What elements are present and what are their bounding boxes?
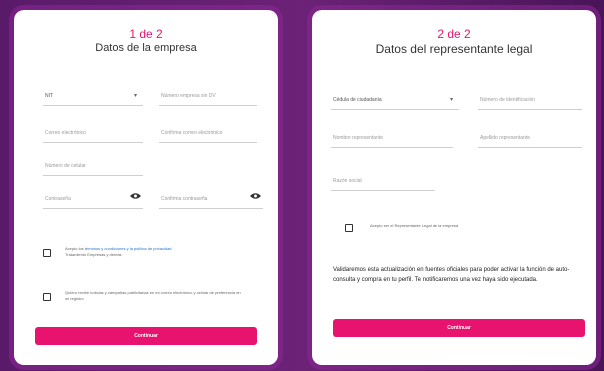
document-type-select[interactable]: NIT ▾ [43, 86, 143, 106]
verification-note: Validaremos esta actualización en fuente… [333, 267, 570, 283]
company-number-input[interactable]: Número empresa sin DV [159, 86, 257, 106]
terms-link[interactable]: términos y condiciones y la política de … [85, 246, 172, 251]
eye-icon[interactable] [250, 192, 261, 200]
terms-prefix: Acepto los [65, 246, 84, 251]
legal-rep-checkbox[interactable] [345, 224, 353, 232]
email-field[interactable]: Correo electrónico [43, 123, 143, 143]
password-field[interactable]: Contraseña [43, 189, 143, 209]
terms-suffix: Tratamiento Empresas y demás [65, 252, 122, 257]
company-data-card: 1 de 2 Datos de la empresa NIT ▾ Número … [14, 10, 278, 365]
confirm-password-placeholder: Confirma contraseña [161, 196, 208, 202]
confirm-password-field[interactable]: Confirma contraseña [159, 189, 263, 209]
confirm-email-field[interactable]: Confirma correo electrónico [159, 123, 257, 143]
business-name-field[interactable]: Razón social [331, 171, 435, 191]
document-type-select[interactable]: Cédula de ciudadanía ▾ [331, 90, 459, 110]
step-indicator: 1 de 2 [129, 27, 163, 41]
marketing-checkbox[interactable] [43, 293, 51, 301]
card-title: Datos de la empresa [95, 42, 197, 54]
continue-button[interactable]: Continuar [333, 319, 585, 337]
legal-representative-card: 2 de 2 Datos del representante legal Céd… [312, 10, 596, 365]
card-title: Datos del representante legal [375, 42, 533, 56]
representative-lastname-field[interactable]: Apellido representante [478, 128, 582, 148]
caret-down-icon: ▾ [449, 97, 453, 103]
document-type-value: NIT [45, 93, 54, 99]
terms-checkbox[interactable] [43, 249, 51, 257]
cellphone-field[interactable]: Número de celular [43, 156, 143, 176]
terms-label: Acepto los términos y condiciones y la p… [65, 246, 245, 258]
eye-icon[interactable] [130, 192, 141, 200]
step-indicator: 2 de 2 [437, 27, 471, 41]
marketing-label: Quiero recibir noticias y campañas publi… [65, 290, 241, 301]
id-number-input[interactable]: Número de identificación [478, 90, 582, 110]
document-type-value: Cédula de ciudadanía [333, 97, 382, 103]
caret-down-icon: ▾ [133, 93, 137, 99]
representative-name-field[interactable]: Nombre representante [331, 128, 453, 148]
password-placeholder: Contraseña [45, 196, 71, 202]
continue-button[interactable]: Continuar [35, 327, 257, 345]
legal-rep-label: Acepto ser el Representante Legal de la … [370, 223, 459, 228]
